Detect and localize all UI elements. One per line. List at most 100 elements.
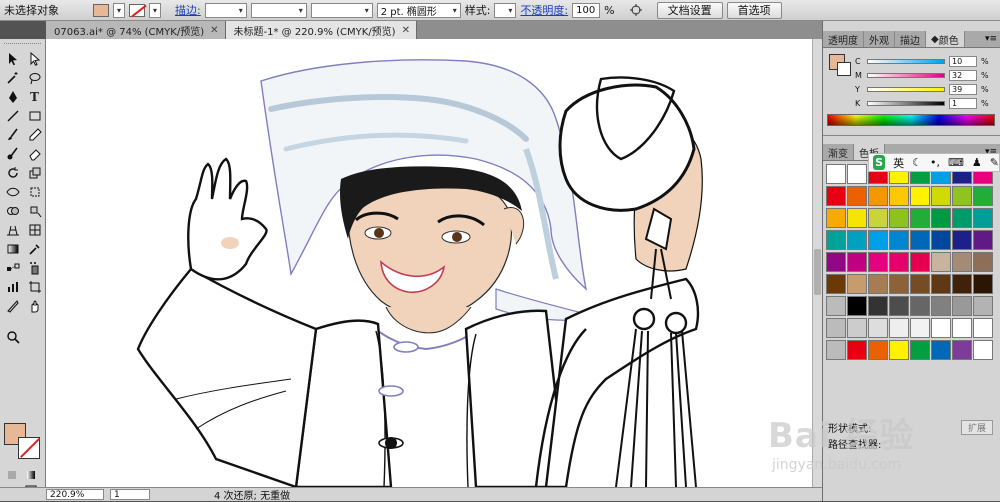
perspective-grid-tool-icon[interactable] [3, 220, 22, 239]
swatch-5-6[interactable] [952, 274, 972, 294]
swatch-2-4[interactable] [910, 208, 930, 228]
scale-tool-icon[interactable] [25, 163, 44, 182]
symbol-sprayer-tool-icon[interactable] [25, 258, 44, 277]
line-tool-icon[interactable] [3, 106, 22, 125]
close-icon[interactable]: ✕ [210, 25, 218, 36]
scrollbar-thumb[interactable] [814, 249, 821, 295]
swatch-8-6[interactable] [952, 340, 972, 360]
swatch-6-3[interactable] [889, 296, 909, 316]
swatch-6-5[interactable] [931, 296, 951, 316]
channel-k-value[interactable]: 1 [949, 98, 977, 109]
magic-wand-tool-icon[interactable] [3, 68, 22, 87]
tab-gradient[interactable]: 渐变 [823, 144, 854, 160]
preferences-button[interactable]: 首选项 [726, 1, 782, 19]
swatch-8-3[interactable] [889, 340, 909, 360]
eyedropper-tool-icon[interactable] [25, 239, 44, 258]
vertical-scrollbar[interactable] [812, 39, 822, 487]
swatch-3-6[interactable] [952, 230, 972, 250]
channel-y-value[interactable]: 39 [949, 84, 977, 95]
swatch-2-5[interactable] [931, 208, 951, 228]
rotate-tool-icon[interactable] [3, 163, 22, 182]
gradient-tool-icon[interactable] [3, 239, 22, 258]
width-tool-icon[interactable] [3, 182, 22, 201]
channel-m-value[interactable]: 32 [949, 70, 977, 81]
swatch-6-2[interactable] [868, 296, 888, 316]
swatch-4-3[interactable] [889, 252, 909, 272]
swatch-7-6[interactable] [952, 318, 972, 338]
swatch-5-3[interactable] [889, 274, 909, 294]
paintbrush-tool-icon[interactable] [3, 125, 22, 144]
artboard-navigator[interactable]: 1 [110, 489, 150, 500]
stroke-panel-link[interactable]: 描边: [175, 2, 201, 18]
panel-menu-icon[interactable]: ▾≡ [985, 31, 1000, 47]
swatch-4-1[interactable] [847, 252, 867, 272]
swatch-8-0[interactable] [826, 340, 846, 360]
expand-button[interactable]: 扩展 [960, 419, 993, 435]
ime-logo-icon[interactable]: S [873, 155, 886, 170]
swatch-5-0[interactable] [826, 274, 846, 294]
tab-appearance[interactable]: 外观 [864, 31, 895, 47]
type-tool-icon[interactable]: T [25, 87, 44, 106]
panel-grip[interactable] [4, 43, 41, 46]
channel-c-slider[interactable] [867, 59, 945, 64]
swatch-2-1[interactable] [847, 208, 867, 228]
swatch-7-1[interactable] [847, 318, 867, 338]
blob-brush-tool-icon[interactable] [3, 144, 22, 163]
keyboard-icon[interactable]: ⌨ [948, 156, 964, 169]
swatch-2-6[interactable] [952, 208, 972, 228]
stroke-swatch[interactable] [129, 3, 145, 17]
swatch-8-7[interactable] [973, 340, 993, 360]
eraser-tool-icon[interactable] [25, 144, 44, 163]
lasso-tool-icon[interactable] [25, 68, 44, 87]
swatch-4-6[interactable] [952, 252, 972, 272]
swatch-2-0[interactable] [826, 208, 846, 228]
swatch-1-3[interactable] [889, 186, 909, 206]
channel-m-slider[interactable] [867, 73, 945, 78]
swatch-8-5[interactable] [931, 340, 951, 360]
swatch-6-6[interactable] [952, 296, 972, 316]
tab-document-2[interactable]: 未标题-1* @ 220.9% (CMYK/预览) ✕ [225, 21, 417, 39]
tab-transparency[interactable]: 透明度 [823, 31, 864, 47]
swatch-4-0[interactable] [826, 252, 846, 272]
selection-tool-icon[interactable] [3, 49, 22, 68]
wrench-icon[interactable]: ✎ [990, 156, 999, 169]
mesh-tool-icon[interactable] [25, 220, 44, 239]
fill-swatch[interactable] [93, 3, 109, 17]
slice-tool-icon[interactable] [3, 296, 22, 315]
live-paint-tool-icon[interactable] [25, 201, 44, 220]
channel-y-slider[interactable] [867, 87, 945, 92]
document-setup-button[interactable]: 文档设置 [656, 1, 723, 19]
swatch-2-7[interactable] [973, 208, 993, 228]
swatch-5-2[interactable] [868, 274, 888, 294]
swatch-3-5[interactable] [931, 230, 951, 250]
tab-stroke[interactable]: 描边 [895, 31, 926, 47]
swatch-5-1[interactable] [847, 274, 867, 294]
swatch-5-5[interactable] [931, 274, 951, 294]
swatch-8-1[interactable] [847, 340, 867, 360]
swatch-1-0[interactable] [826, 186, 846, 206]
swatch-4-7[interactable] [973, 252, 993, 272]
swatch-7-3[interactable] [889, 318, 909, 338]
blend-tool-icon[interactable] [3, 258, 22, 277]
brush-definition-select[interactable]: 2 pt. 椭圆形 ▾ [376, 2, 461, 18]
swatch-2-2[interactable] [868, 208, 888, 228]
channel-c-value[interactable]: 10 [949, 56, 977, 67]
recolor-artwork-icon[interactable] [625, 1, 647, 20]
swatch-6-4[interactable] [910, 296, 930, 316]
swatch-4-5[interactable] [931, 252, 951, 272]
swatch-3-2[interactable] [868, 230, 888, 250]
swatch-7-2[interactable] [868, 318, 888, 338]
swatch-6-7[interactable] [973, 296, 993, 316]
swatch-3-7[interactable] [973, 230, 993, 250]
hand-tool-icon[interactable] [25, 296, 44, 315]
swatch-2-3[interactable] [889, 208, 909, 228]
stroke-color-swatch[interactable] [18, 437, 40, 459]
swatch-1-5[interactable] [931, 186, 951, 206]
shape-builder-tool-icon[interactable] [3, 201, 22, 220]
punctuation-icon[interactable]: •, [930, 156, 940, 169]
swatch-7-5[interactable] [931, 318, 951, 338]
close-icon[interactable]: ✕ [402, 25, 410, 36]
swatch-7-7[interactable] [973, 318, 993, 338]
pencil-tool-icon[interactable] [25, 125, 44, 144]
swatch-3-0[interactable] [826, 230, 846, 250]
